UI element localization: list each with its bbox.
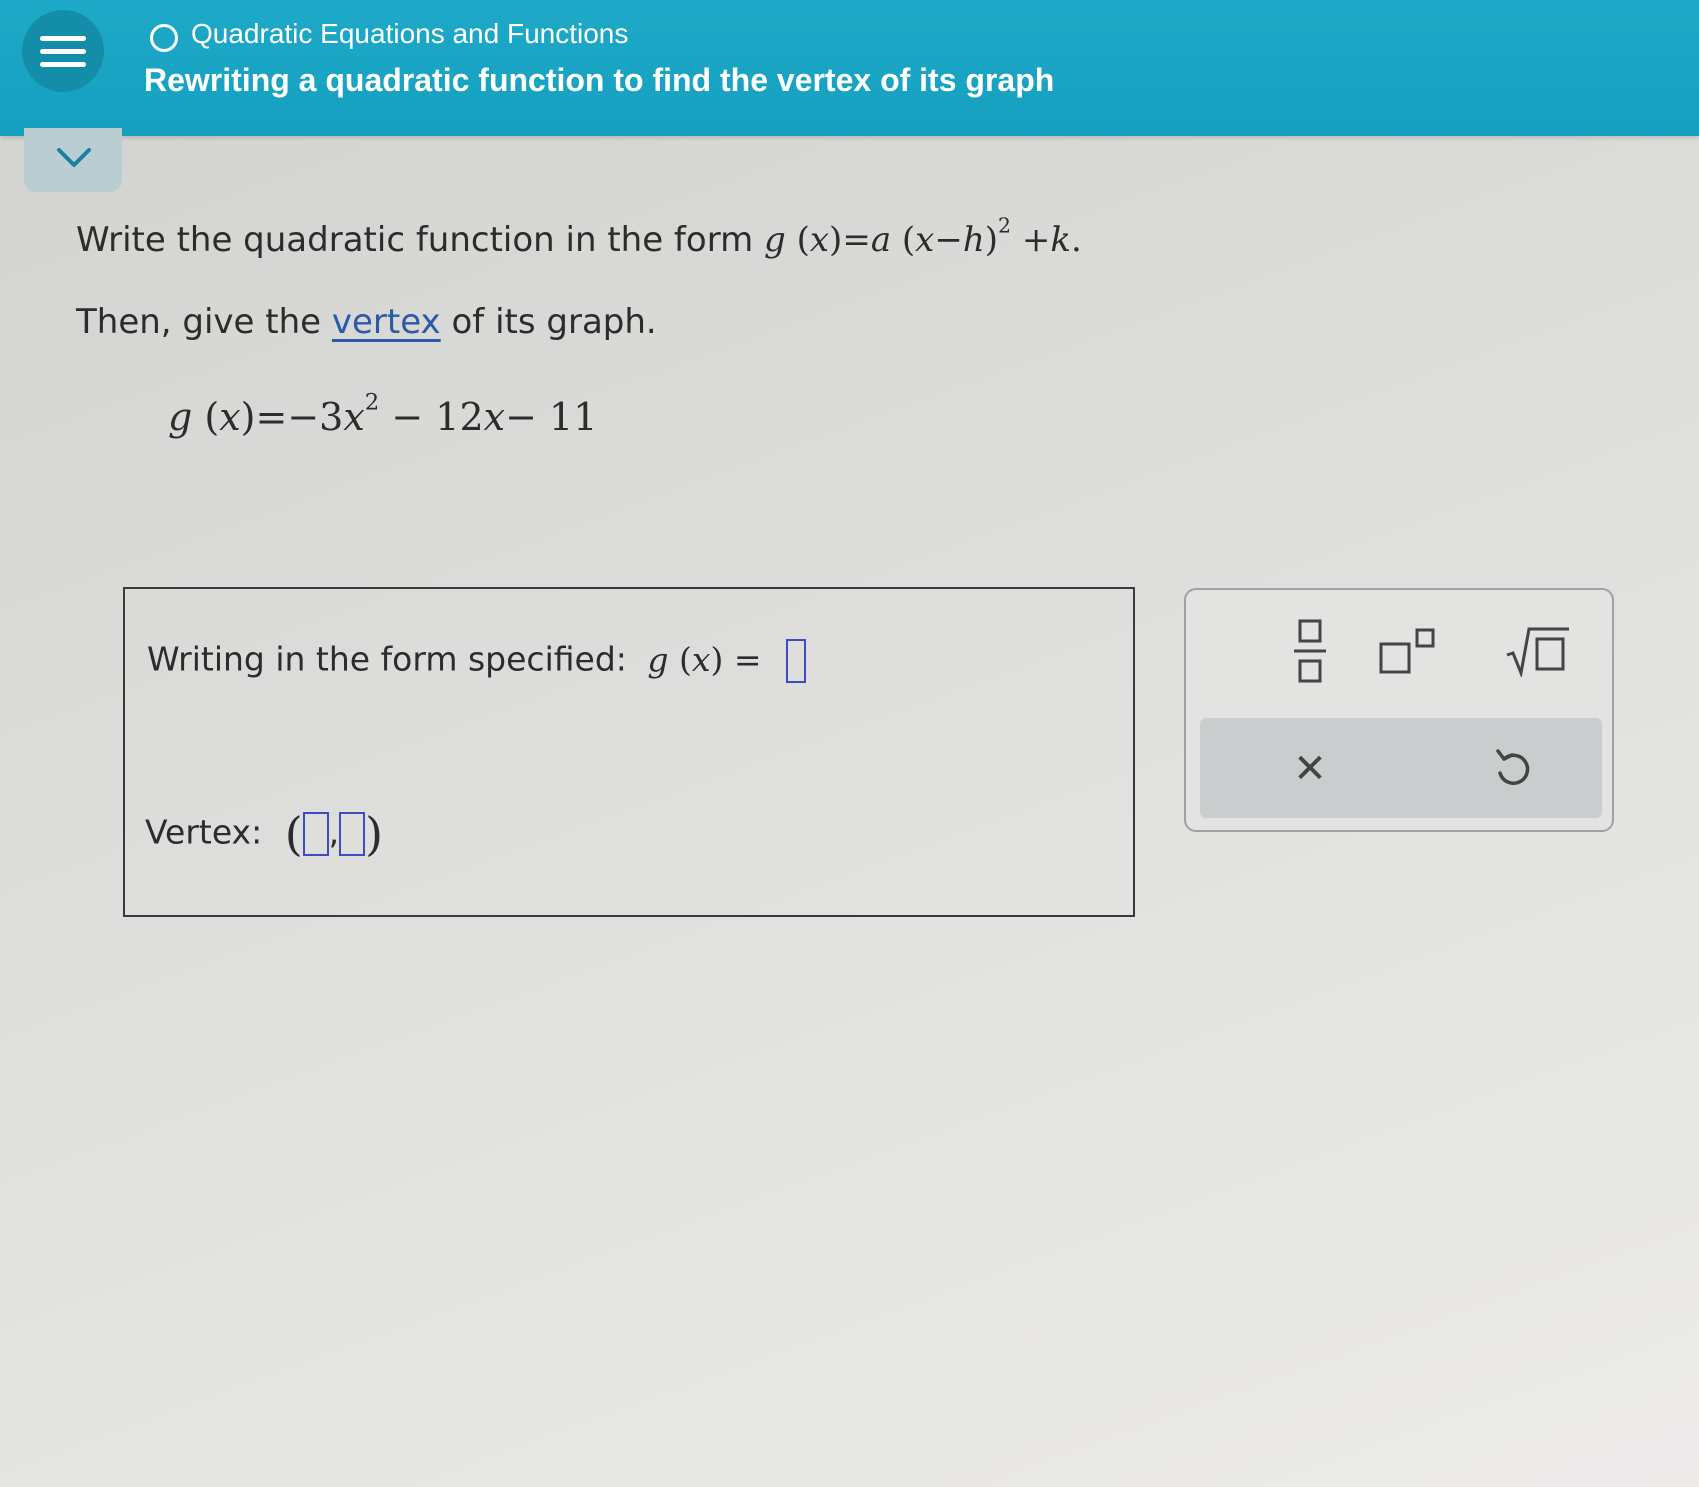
topic-status-icon: [150, 24, 178, 52]
instruction-text: Write the quadratic function in the form: [76, 220, 754, 260]
topic-title: Quadratic Equations and Functions: [191, 18, 629, 49]
vertex-answer-row: Vertex: (,): [145, 807, 383, 861]
undo-button[interactable]: [1472, 734, 1552, 804]
form-answer-input[interactable]: [786, 639, 807, 683]
form-answer-lhs: g (x) =: [647, 639, 762, 679]
clear-button[interactable]: ✕: [1270, 734, 1350, 804]
top-banner: Quadratic Equations and Functions Rewrit…: [0, 0, 1699, 136]
exponent-icon: [1379, 628, 1435, 674]
menu-icon: [40, 49, 86, 54]
instruction-line: Write the quadratic function in the form…: [76, 213, 1082, 260]
vertex-x-input[interactable]: [302, 812, 329, 856]
chevron-down-icon: [57, 148, 91, 167]
undo-icon: [1496, 749, 1530, 786]
page-title: Rewriting a quadratic function to find t…: [144, 62, 1055, 98]
exponent-button[interactable]: [1370, 616, 1450, 686]
vertex-y-input[interactable]: [339, 812, 366, 856]
answer-panel: Writing in the form specified: g (x) = V…: [123, 587, 1135, 917]
clear-icon: ✕: [1293, 746, 1327, 792]
right-paren: ): [365, 807, 384, 861]
form-answer-row: Writing in the form specified: g (x) =: [147, 639, 807, 683]
instruction-line-2: Then, give the vertex of its graph.: [76, 302, 657, 342]
target-form: g (x)=a (x−h)2 +k.: [764, 213, 1082, 260]
fraction-icon: [1294, 619, 1326, 683]
form-answer-label: Writing in the form specified:: [147, 639, 627, 679]
menu-icon: [40, 62, 86, 67]
sqrt-button[interactable]: [1498, 616, 1578, 686]
math-toolbox: ✕: [1184, 588, 1614, 832]
toolbox-action-row: ✕: [1200, 718, 1602, 818]
collapse-button[interactable]: [24, 128, 122, 192]
menu-icon: [40, 36, 86, 41]
given-equation: g (x)=−3x2 − 12x− 11: [168, 389, 598, 439]
vertex-answer-label: Vertex:: [145, 812, 263, 852]
vertex-comma: ,: [328, 812, 340, 852]
menu-button[interactable]: [22, 10, 104, 92]
sqrt-icon: [1506, 627, 1569, 677]
left-paren: (: [284, 807, 303, 861]
fraction-button[interactable]: [1270, 616, 1350, 686]
vertex-link[interactable]: vertex: [332, 302, 441, 342]
